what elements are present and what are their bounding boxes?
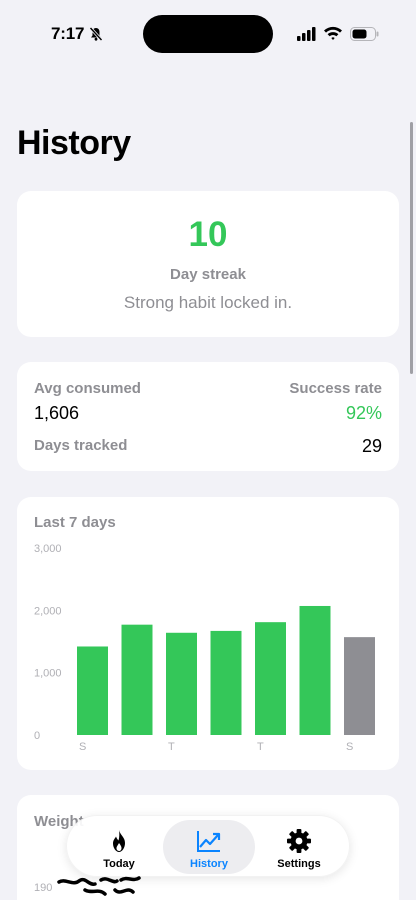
success-rate-value: 92% [345, 403, 382, 423]
y-tick-label: 1,000 [34, 668, 62, 680]
streak-card: 10 Day streak Strong habit locked in. [17, 191, 399, 337]
chart-bar [121, 624, 153, 735]
streak-message: Strong habit locked in. [123, 293, 293, 312]
x-tick-label: T [257, 741, 264, 753]
status-bar: 7:17 [0, 0, 416, 66]
avg-consumed-label: Avg consumed [34, 380, 141, 397]
days-tracked-value: 29 [361, 436, 382, 456]
dynamic-island [143, 15, 273, 53]
y-tick-label: 3,000 [34, 543, 62, 555]
tab-settings[interactable]: Settings [253, 820, 345, 874]
chart-bar [299, 605, 331, 735]
days-tracked-label: Days tracked [34, 437, 128, 454]
tab-today-label: Today [103, 858, 135, 870]
tab-history[interactable]: History [163, 820, 255, 874]
success-rate-label: Success rate [289, 380, 382, 397]
avg-consumed-value: 1,606 [34, 403, 80, 423]
y-tick-label: 0 [34, 730, 40, 742]
cellular-signal-icon [297, 27, 316, 41]
weekly-chart-card: Last 7 days 3,000 2,000 1,000 0 S T T S [17, 497, 399, 770]
x-tick-label: S [79, 741, 86, 753]
page-title: History [17, 124, 131, 162]
chart-bar [166, 632, 197, 735]
chart-bar [255, 622, 286, 735]
chart-bar [77, 646, 108, 735]
weight-y-tick: 190 [34, 882, 53, 894]
streak-value: 10 [188, 215, 228, 254]
chart-bar [344, 637, 375, 735]
gear-icon [287, 829, 311, 853]
status-time: 7:17 [51, 24, 85, 43]
y-tick-label: 2,000 [34, 605, 62, 617]
tab-bar: Today History Settings [66, 815, 350, 877]
bell-slash-icon [89, 26, 103, 42]
stats-card: Avg consumed 1,606 Success rate 92% Days… [17, 362, 399, 471]
streak-label: Day streak [170, 266, 246, 283]
chart-line-icon [197, 831, 221, 852]
tab-settings-label: Settings [277, 858, 321, 870]
scribble-mark [57, 876, 141, 896]
flame-icon [113, 830, 125, 852]
scroll-indicator[interactable] [410, 122, 413, 374]
chart-bar [210, 630, 242, 735]
wifi-icon [324, 26, 342, 40]
battery-icon [350, 27, 379, 41]
x-tick-label: S [346, 741, 353, 753]
x-tick-label: T [168, 741, 175, 753]
tab-today[interactable]: Today [73, 820, 165, 874]
tab-history-label: History [190, 858, 228, 870]
bar-chart: 3,000 2,000 1,000 0 S T T S [34, 543, 375, 753]
